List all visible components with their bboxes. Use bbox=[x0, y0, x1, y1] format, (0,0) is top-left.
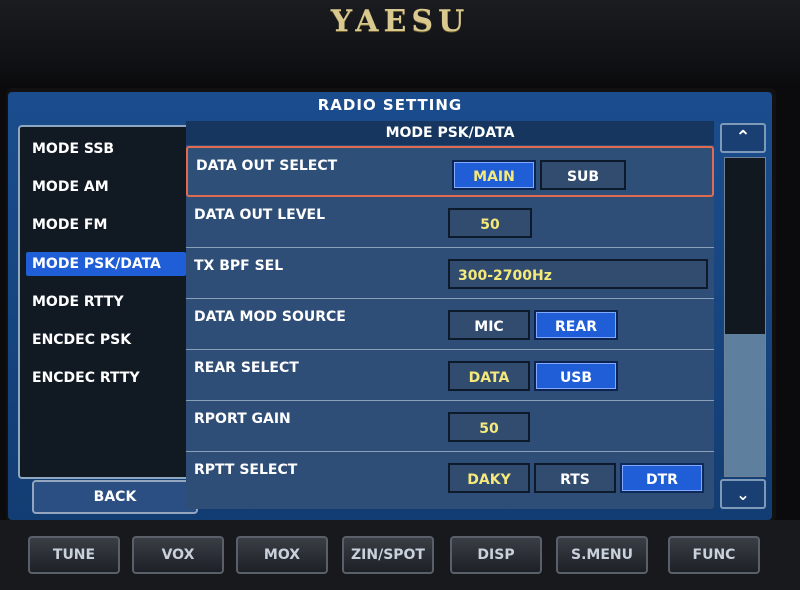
chevron-up-icon[interactable]: ⌃ bbox=[720, 123, 766, 153]
setting-label: DATA OUT LEVEL bbox=[194, 207, 326, 223]
menu-item-mode-ssb[interactable]: MODE SSB bbox=[26, 137, 186, 161]
option-main-button[interactable]: MAIN bbox=[452, 160, 536, 190]
zin-spot-button[interactable]: ZIN/SPOT bbox=[342, 536, 434, 574]
setting-row-rear-select[interactable]: REAR SELECT DATA USB bbox=[186, 350, 714, 401]
scroll-thumb[interactable] bbox=[725, 334, 765, 476]
option-rts-button[interactable]: RTS bbox=[534, 463, 616, 493]
screen-title: RADIO SETTING bbox=[317, 96, 463, 114]
option-mic-button[interactable]: MIC bbox=[448, 310, 530, 340]
brand-logo: YAESU bbox=[330, 4, 470, 39]
rport-gain-value[interactable]: 50 bbox=[448, 412, 530, 442]
menu-item-mode-rtty[interactable]: MODE RTTY bbox=[26, 290, 186, 314]
device-top-bezel: YAESU bbox=[0, 0, 800, 88]
setting-label: DATA MOD SOURCE bbox=[194, 309, 346, 325]
settings-menu: MODE SSB MODE AM MODE FM MODE PSK/DATA M… bbox=[18, 125, 194, 479]
setting-label: RPTT SELECT bbox=[194, 462, 298, 478]
setting-row-tx-bpf-sel[interactable]: TX BPF SEL 300-2700Hz bbox=[186, 248, 714, 299]
setting-label: RPORT GAIN bbox=[194, 411, 291, 427]
tune-button[interactable]: TUNE bbox=[28, 536, 120, 574]
scroll-thumb-upper bbox=[725, 158, 765, 334]
setting-row-data-out-select[interactable]: DATA OUT SELECT MAIN SUB bbox=[186, 146, 714, 197]
disp-button[interactable]: DISP bbox=[450, 536, 542, 574]
scroll-track[interactable] bbox=[724, 157, 766, 477]
menu-item-mode-psk-data[interactable]: MODE PSK/DATA bbox=[26, 252, 186, 276]
mox-button[interactable]: MOX bbox=[236, 536, 328, 574]
settings-panel: MODE PSK/DATA DATA OUT SELECT MAIN SUB D… bbox=[186, 121, 714, 509]
chevron-down-icon[interactable]: ⌄ bbox=[720, 479, 766, 509]
panel-title: MODE PSK/DATA bbox=[186, 121, 714, 145]
option-rear-button[interactable]: REAR bbox=[534, 310, 618, 340]
setting-label: DATA OUT SELECT bbox=[196, 158, 338, 174]
setting-label: REAR SELECT bbox=[194, 360, 299, 376]
option-dtr-button[interactable]: DTR bbox=[620, 463, 704, 493]
setting-row-data-mod-source[interactable]: DATA MOD SOURCE MIC REAR bbox=[186, 299, 714, 350]
back-button[interactable]: BACK bbox=[32, 480, 198, 514]
menu-item-mode-am[interactable]: MODE AM bbox=[26, 175, 186, 199]
option-usb-button[interactable]: USB bbox=[534, 361, 618, 391]
setting-label: TX BPF SEL bbox=[194, 258, 284, 274]
settings-scrollbar[interactable]: ⌃ ⌄ bbox=[714, 121, 772, 509]
vox-button[interactable]: VOX bbox=[132, 536, 224, 574]
menu-item-encdec-rtty[interactable]: ENCDEC RTTY bbox=[26, 366, 186, 390]
s-menu-button[interactable]: S.MENU bbox=[556, 536, 648, 574]
option-sub-button[interactable]: SUB bbox=[540, 160, 626, 190]
setting-row-rport-gain[interactable]: RPORT GAIN 50 bbox=[186, 401, 714, 452]
menu-item-mode-fm[interactable]: MODE FM bbox=[26, 213, 186, 237]
radio-setting-screen: RADIO SETTING MODE SSB MODE AM MODE FM M… bbox=[8, 92, 772, 520]
menu-item-encdec-psk[interactable]: ENCDEC PSK bbox=[26, 328, 186, 352]
data-out-level-value[interactable]: 50 bbox=[448, 208, 532, 238]
setting-row-rptt-select[interactable]: RPTT SELECT DAKY RTS DTR bbox=[186, 452, 714, 503]
option-data-button[interactable]: DATA bbox=[448, 361, 530, 391]
func-button[interactable]: FUNC bbox=[668, 536, 760, 574]
setting-row-data-out-level[interactable]: DATA OUT LEVEL 50 bbox=[186, 197, 714, 248]
option-daky-button[interactable]: DAKY bbox=[448, 463, 530, 493]
tx-bpf-sel-value[interactable]: 300-2700Hz bbox=[448, 259, 708, 289]
